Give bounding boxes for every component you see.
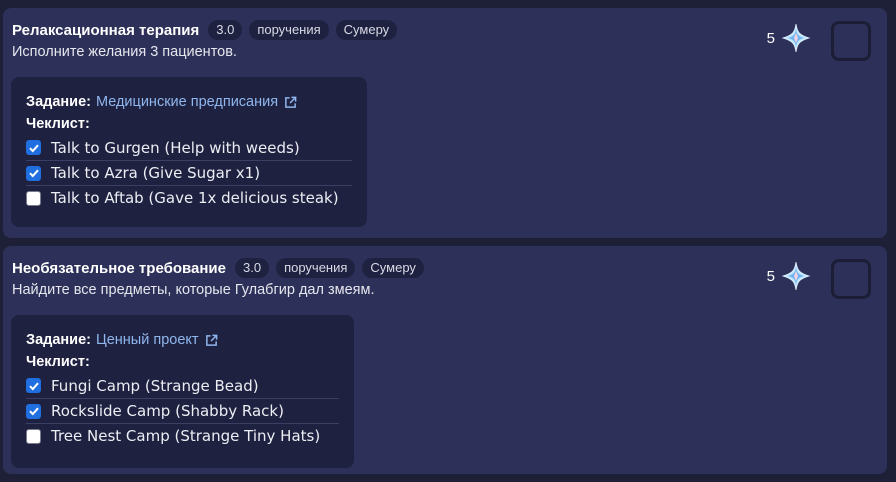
type-badge: поручения <box>249 20 329 40</box>
commission-card: Релаксационная терапия 3.0 поручения Сум… <box>3 8 887 238</box>
quest-link[interactable]: Медицинские предписания <box>96 92 278 112</box>
card-description: Найдите все предметы, которые Гулабгир д… <box>12 282 375 298</box>
version-badge: 3.0 <box>235 258 270 278</box>
card-header: Релаксационная терапия 3.0 поручения Сум… <box>12 20 398 40</box>
checklist-item[interactable]: Talk to Aftab (Gave 1x delicious steak) <box>26 185 352 210</box>
checklist-item[interactable]: Talk to Azra (Give Sugar x1) <box>26 160 352 185</box>
reward: 5 <box>767 23 811 53</box>
external-link-icon[interactable] <box>205 334 218 347</box>
commission-card: Необязательное требование 3.0 поручения … <box>3 246 887 474</box>
checklist-item[interactable]: Rockslide Camp (Shabby Rack) <box>26 398 339 423</box>
quest-panel: Задание: Медицинские предписания Чеклист… <box>11 77 367 227</box>
checkbox-checked[interactable] <box>26 140 41 155</box>
quest-link[interactable]: Ценный проект <box>96 330 199 350</box>
quest-line: Задание: Ценный проект <box>26 330 339 350</box>
checklist-label: Чеклист: <box>26 354 90 370</box>
type-badge: поручения <box>276 258 356 278</box>
checklist-item-text: Rockslide Camp (Shabby Rack) <box>51 402 284 420</box>
quest-label: Задание: <box>26 332 91 348</box>
quest-line: Задание: Медицинские предписания <box>26 92 352 112</box>
checklist-item-text: Talk to Azra (Give Sugar x1) <box>51 164 261 182</box>
card-title: Релаксационная терапия <box>12 21 200 39</box>
checklist-item-text: Fungi Camp (Strange Bead) <box>51 376 259 395</box>
primogem-icon <box>781 23 811 53</box>
region-badge: Сумеру <box>335 20 398 40</box>
external-link-icon[interactable] <box>284 96 297 109</box>
checkbox-unchecked[interactable] <box>26 428 41 444</box>
checkbox-checked[interactable] <box>26 378 41 393</box>
checkbox-unchecked[interactable] <box>26 190 41 206</box>
reward-count: 5 <box>766 29 775 47</box>
check-icon <box>28 382 39 390</box>
checklist-item[interactable]: Tree Nest Camp (Strange Tiny Hats) <box>26 423 339 448</box>
complete-checkbox[interactable] <box>831 259 871 299</box>
version-badge: 3.0 <box>208 20 243 40</box>
primogem-icon <box>781 261 811 291</box>
reward: 5 <box>767 261 811 291</box>
reward-count: 5 <box>766 267 775 285</box>
quest-label: Задание: <box>26 94 91 110</box>
checklist-label: Чеклист: <box>26 116 90 132</box>
card-title: Необязательное требование <box>12 259 226 277</box>
card-header: Необязательное требование 3.0 поручения … <box>12 258 424 278</box>
complete-checkbox[interactable] <box>831 21 871 61</box>
checklist-item-text: Talk to Gurgen (Help with weeds) <box>51 138 300 157</box>
checklist-item[interactable]: Fungi Camp (Strange Bead) <box>26 373 339 398</box>
checklist-item-text: Tree Nest Camp (Strange Tiny Hats) <box>51 427 321 445</box>
check-icon <box>28 169 39 178</box>
checklist-item-text: Talk to Aftab (Gave 1x delicious steak) <box>51 189 339 207</box>
check-icon <box>28 144 39 152</box>
card-description: Исполните желания 3 пациентов. <box>12 44 237 60</box>
checkbox-checked[interactable] <box>26 165 41 181</box>
checklist-item[interactable]: Talk to Gurgen (Help with weeds) <box>26 135 352 160</box>
check-icon <box>28 407 39 416</box>
checkbox-checked[interactable] <box>26 403 41 419</box>
region-badge: Сумеру <box>362 258 424 278</box>
quest-panel: Задание: Ценный проект Чеклист: Fungi Ca… <box>11 315 354 468</box>
